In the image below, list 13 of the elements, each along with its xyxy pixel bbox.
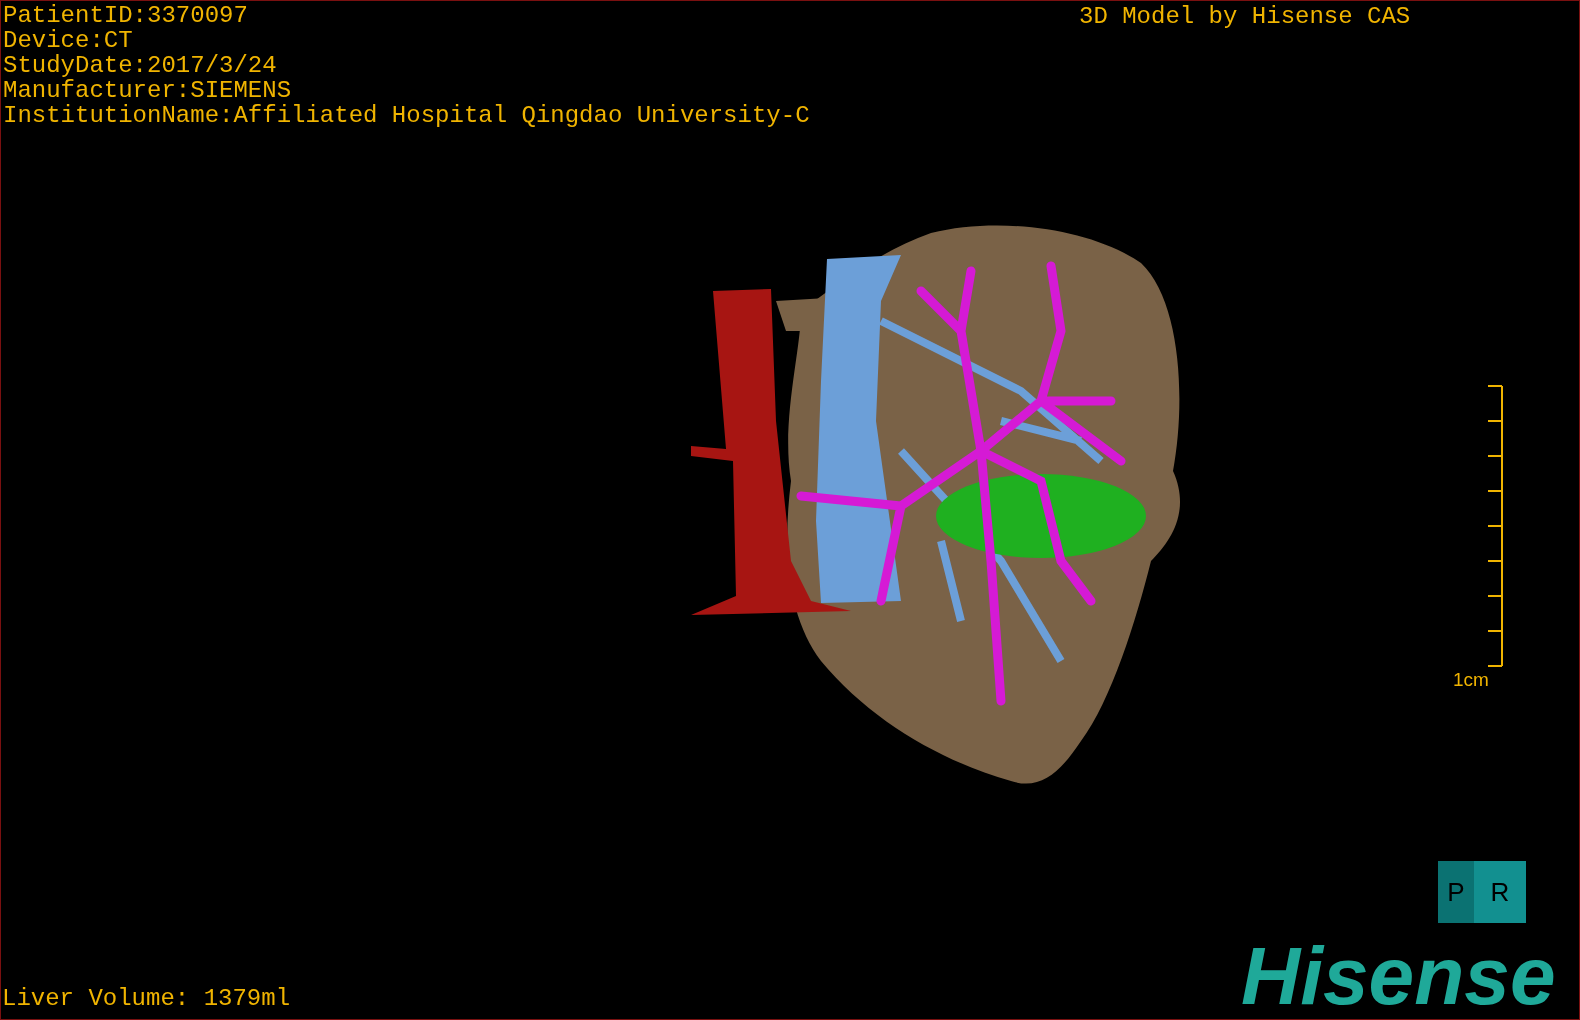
cube-face-label: P xyxy=(1438,861,1474,923)
orientation-cube[interactable]: P R xyxy=(1438,861,1526,923)
scale-label: 1cm xyxy=(1453,669,1489,691)
study-info-line: Device:CT xyxy=(3,28,133,53)
study-info-line: PatientID:3370097 xyxy=(3,3,248,28)
study-info-line: Manufacturer:SIEMENS xyxy=(3,78,292,103)
liver-volume: Liver Volume: 1379ml xyxy=(2,986,291,1011)
render-viewport[interactable]: PatientID:3370097 Device:CT StudyDate:2017/3/24 Manufacturer:SIEMENS InstitutionName:Affiliated Hospital Qingdao University-C 3D Model by Hisense CAS 1cm P R Liver Volume: 1379ml Hisense xyxy=(0,0,1580,1020)
study-info-line: StudyDate:2017/3/24 xyxy=(3,53,277,78)
study-info-line: InstitutionName:Affiliated Hospital Qingdao University-C xyxy=(3,103,810,128)
model-credit: 3D Model by Hisense CAS xyxy=(1079,4,1411,29)
logo: Hisense xyxy=(1241,936,1556,1016)
cube-face-label: R xyxy=(1474,861,1526,923)
